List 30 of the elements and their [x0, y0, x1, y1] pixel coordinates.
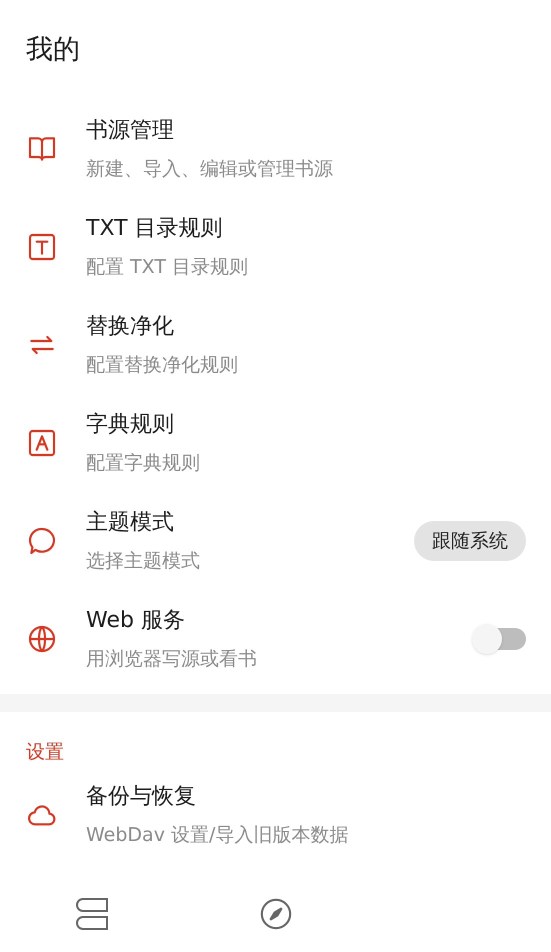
compass-icon[interactable] [258, 897, 292, 931]
item-subtitle: 用浏览器写源或看书 [86, 647, 258, 671]
theme-mode-button[interactable]: 跟随系统 [414, 521, 526, 561]
bookshelf-icon[interactable] [74, 897, 110, 931]
item-subtitle: 配置字典规则 [86, 451, 201, 475]
menu-item[interactable]: 替换净化 配置替换净化规则 [0, 296, 551, 394]
item-title: 替换净化 [86, 313, 175, 341]
section-label: 设置 [26, 740, 64, 764]
item-title: 字典规则 [86, 411, 175, 439]
item-subtitle: WebDav 设置/导入旧版本数据 [86, 823, 350, 847]
item-title: Web 服务 [86, 607, 186, 635]
menu-item[interactable]: 备份与恢复 WebDav 设置/导入旧版本数据 [0, 766, 551, 864]
item-subtitle: 配置替换净化规则 [86, 353, 239, 377]
menu-item[interactable]: 书源管理 新建、导入、编辑或管理书源 [0, 100, 551, 198]
globe-icon [26, 623, 58, 655]
menu-item[interactable]: 字典规则 配置字典规则 [0, 394, 551, 492]
letter-a-icon [26, 427, 58, 459]
item-title: TXT 目录规则 [86, 215, 224, 243]
item-subtitle: 新建、导入、编辑或管理书源 [86, 157, 334, 181]
menu-item[interactable]: Web 服务 用浏览器写源或看书 [0, 590, 551, 688]
page-title: 我的 [26, 32, 80, 67]
item-subtitle: 配置 TXT 目录规则 [86, 255, 249, 279]
item-title: 书源管理 [86, 117, 175, 145]
letter-t-icon [26, 231, 58, 263]
speech-bubble-icon [26, 525, 58, 557]
item-title: 主题模式 [86, 509, 175, 537]
item-title: 备份与恢复 [86, 783, 197, 811]
menu-item[interactable]: TXT 目录规则 配置 TXT 目录规则 [0, 198, 551, 296]
menu-item[interactable]: 主题模式 选择主题模式 跟随系统 [0, 492, 551, 590]
item-subtitle: 选择主题模式 [86, 549, 201, 573]
